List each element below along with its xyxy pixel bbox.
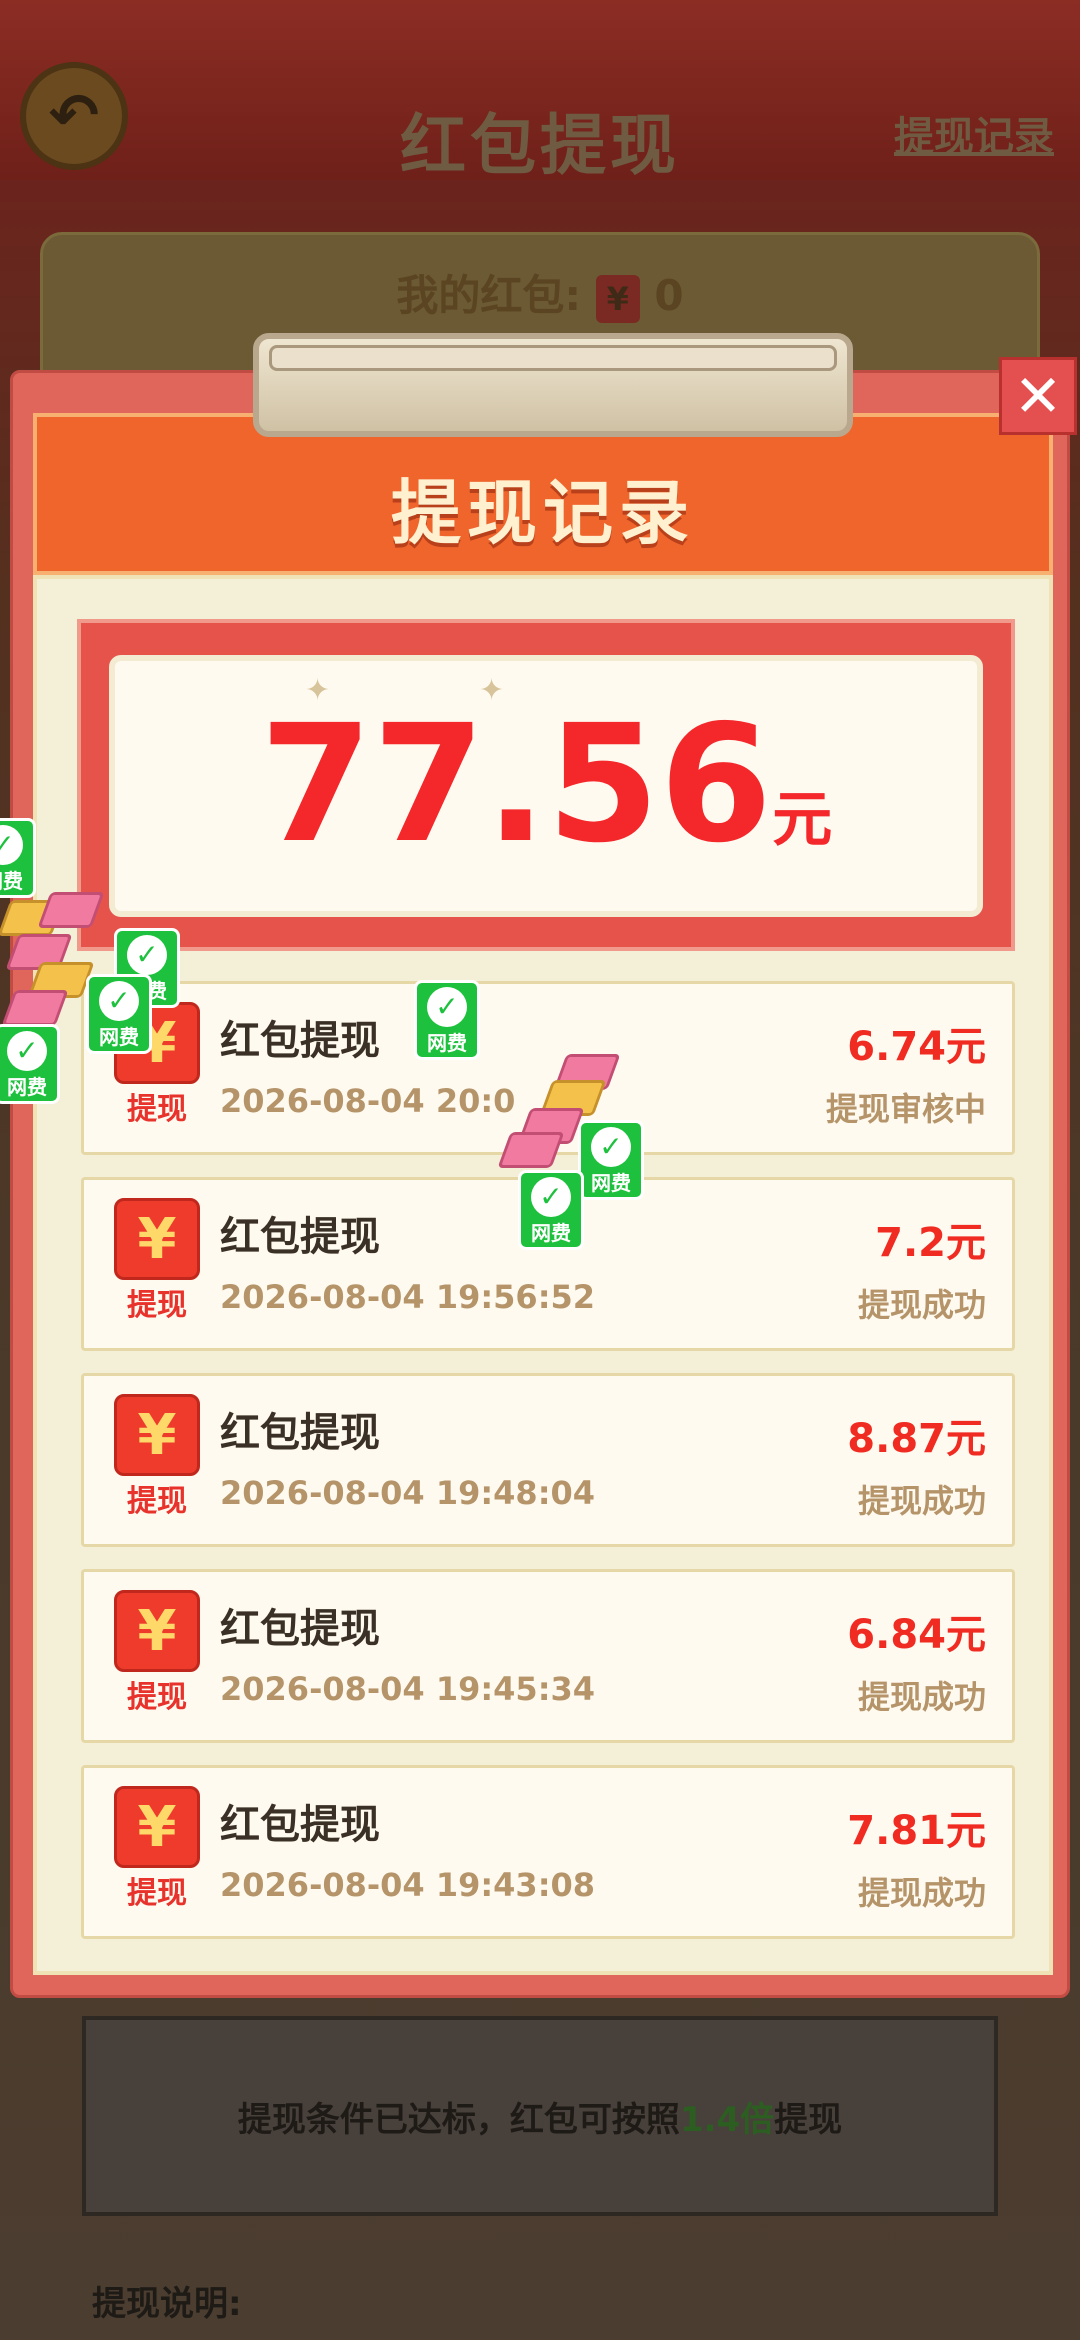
- red-packet-icon: ¥: [114, 1786, 200, 1868]
- record-amount: 7.81元: [847, 1808, 986, 1854]
- total-amount-card: ✦ ✦ 77.56元: [77, 619, 1015, 951]
- close-button[interactable]: ✕: [999, 357, 1077, 435]
- record-time: 2026-08-04 19:43:08: [220, 1866, 596, 1904]
- total-amount-panel: ✦ ✦ 77.56元: [109, 655, 983, 917]
- condition-text: 提现条件已达标，红包可按照: [237, 2099, 680, 2140]
- withdraw-record-row[interactable]: ¥ 提现 红包提现 2026-08-04 19:48:04 8.87元 提现成功: [81, 1373, 1015, 1547]
- modal-header: 提现记录: [33, 413, 1053, 575]
- wechat-pay-confetti-icon: ✓网费: [518, 1170, 584, 1250]
- record-amount: 8.87元: [847, 1416, 986, 1462]
- withdraw-condition-box: 提现条件已达标，红包可按照 1.4倍 提现: [82, 2016, 998, 2216]
- withdraw-record-link[interactable]: 提现记录: [894, 104, 1054, 162]
- condition-suffix: 提现: [774, 2099, 843, 2140]
- record-icon-label: 提现: [127, 1484, 187, 1519]
- record-status: 提现成功: [857, 1678, 986, 1716]
- yen-icon: ¥: [595, 274, 640, 323]
- modal-body: ✦ ✦ 77.56元 ¥ 提现 红包提现 2026-08-04 20:0 6.7…: [33, 575, 1053, 1975]
- record-time: 2026-08-04 19:48:04: [220, 1474, 596, 1512]
- record-title: 红包提现: [220, 1410, 380, 1456]
- withdraw-note-title: 提现说明:: [92, 2284, 242, 2324]
- wechat-pay-confetti-icon: ✓网费: [0, 818, 36, 898]
- total-amount-unit: 元: [772, 785, 833, 855]
- record-status: 提现成功: [857, 1482, 986, 1520]
- total-amount-value: 77.56: [259, 691, 773, 879]
- condition-multiplier: 1.4倍: [679, 2099, 775, 2140]
- record-title: 红包提现: [220, 1606, 380, 1652]
- wechat-pay-confetti-icon: ✓网费: [578, 1120, 644, 1200]
- record-status: 提现成功: [857, 1874, 986, 1912]
- record-title: 红包提现: [220, 1018, 380, 1064]
- total-amount: 77.56元: [115, 704, 977, 900]
- record-amount: 6.84元: [847, 1612, 986, 1658]
- balance-row: 我的红包: ¥ 0: [0, 262, 1080, 323]
- wechat-pay-confetti-icon: ✓网费: [414, 980, 480, 1060]
- record-title: 红包提现: [220, 1214, 380, 1260]
- record-time: 2026-08-04 20:0: [220, 1082, 516, 1120]
- record-amount: 6.74元: [847, 1024, 986, 1070]
- record-icon-label: 提现: [127, 1092, 187, 1127]
- balance-value: 0: [654, 271, 684, 320]
- wechat-pay-confetti-icon: ✓网费: [86, 974, 152, 1054]
- withdraw-record-row[interactable]: ¥ 提现 红包提现 2026-08-04 19:43:08 7.81元 提现成功: [81, 1765, 1015, 1939]
- clipboard-clip-icon: [253, 333, 853, 437]
- red-packet-icon: ¥: [114, 1198, 200, 1280]
- record-icon-label: 提现: [127, 1680, 187, 1715]
- record-amount: 7.2元: [875, 1220, 986, 1266]
- record-icon-label: 提现: [127, 1876, 187, 1911]
- record-status: 提现成功: [857, 1286, 986, 1324]
- record-status: 提现审核中: [825, 1090, 986, 1128]
- record-time: 2026-08-04 19:45:34: [220, 1670, 596, 1708]
- wechat-pay-confetti-icon: ✓网费: [0, 1024, 60, 1104]
- record-icon-label: 提现: [127, 1288, 187, 1323]
- red-packet-icon: ¥: [114, 1394, 200, 1476]
- balance-label: 我的红包:: [396, 271, 582, 320]
- record-title: 红包提现: [220, 1802, 380, 1848]
- red-packet-icon: ¥: [114, 1590, 200, 1672]
- modal-title: 提现记录: [391, 472, 695, 554]
- withdraw-record-row[interactable]: ¥ 提现 红包提现 2026-08-04 19:45:34 6.84元 提现成功: [81, 1569, 1015, 1743]
- record-time: 2026-08-04 19:56:52: [220, 1278, 596, 1316]
